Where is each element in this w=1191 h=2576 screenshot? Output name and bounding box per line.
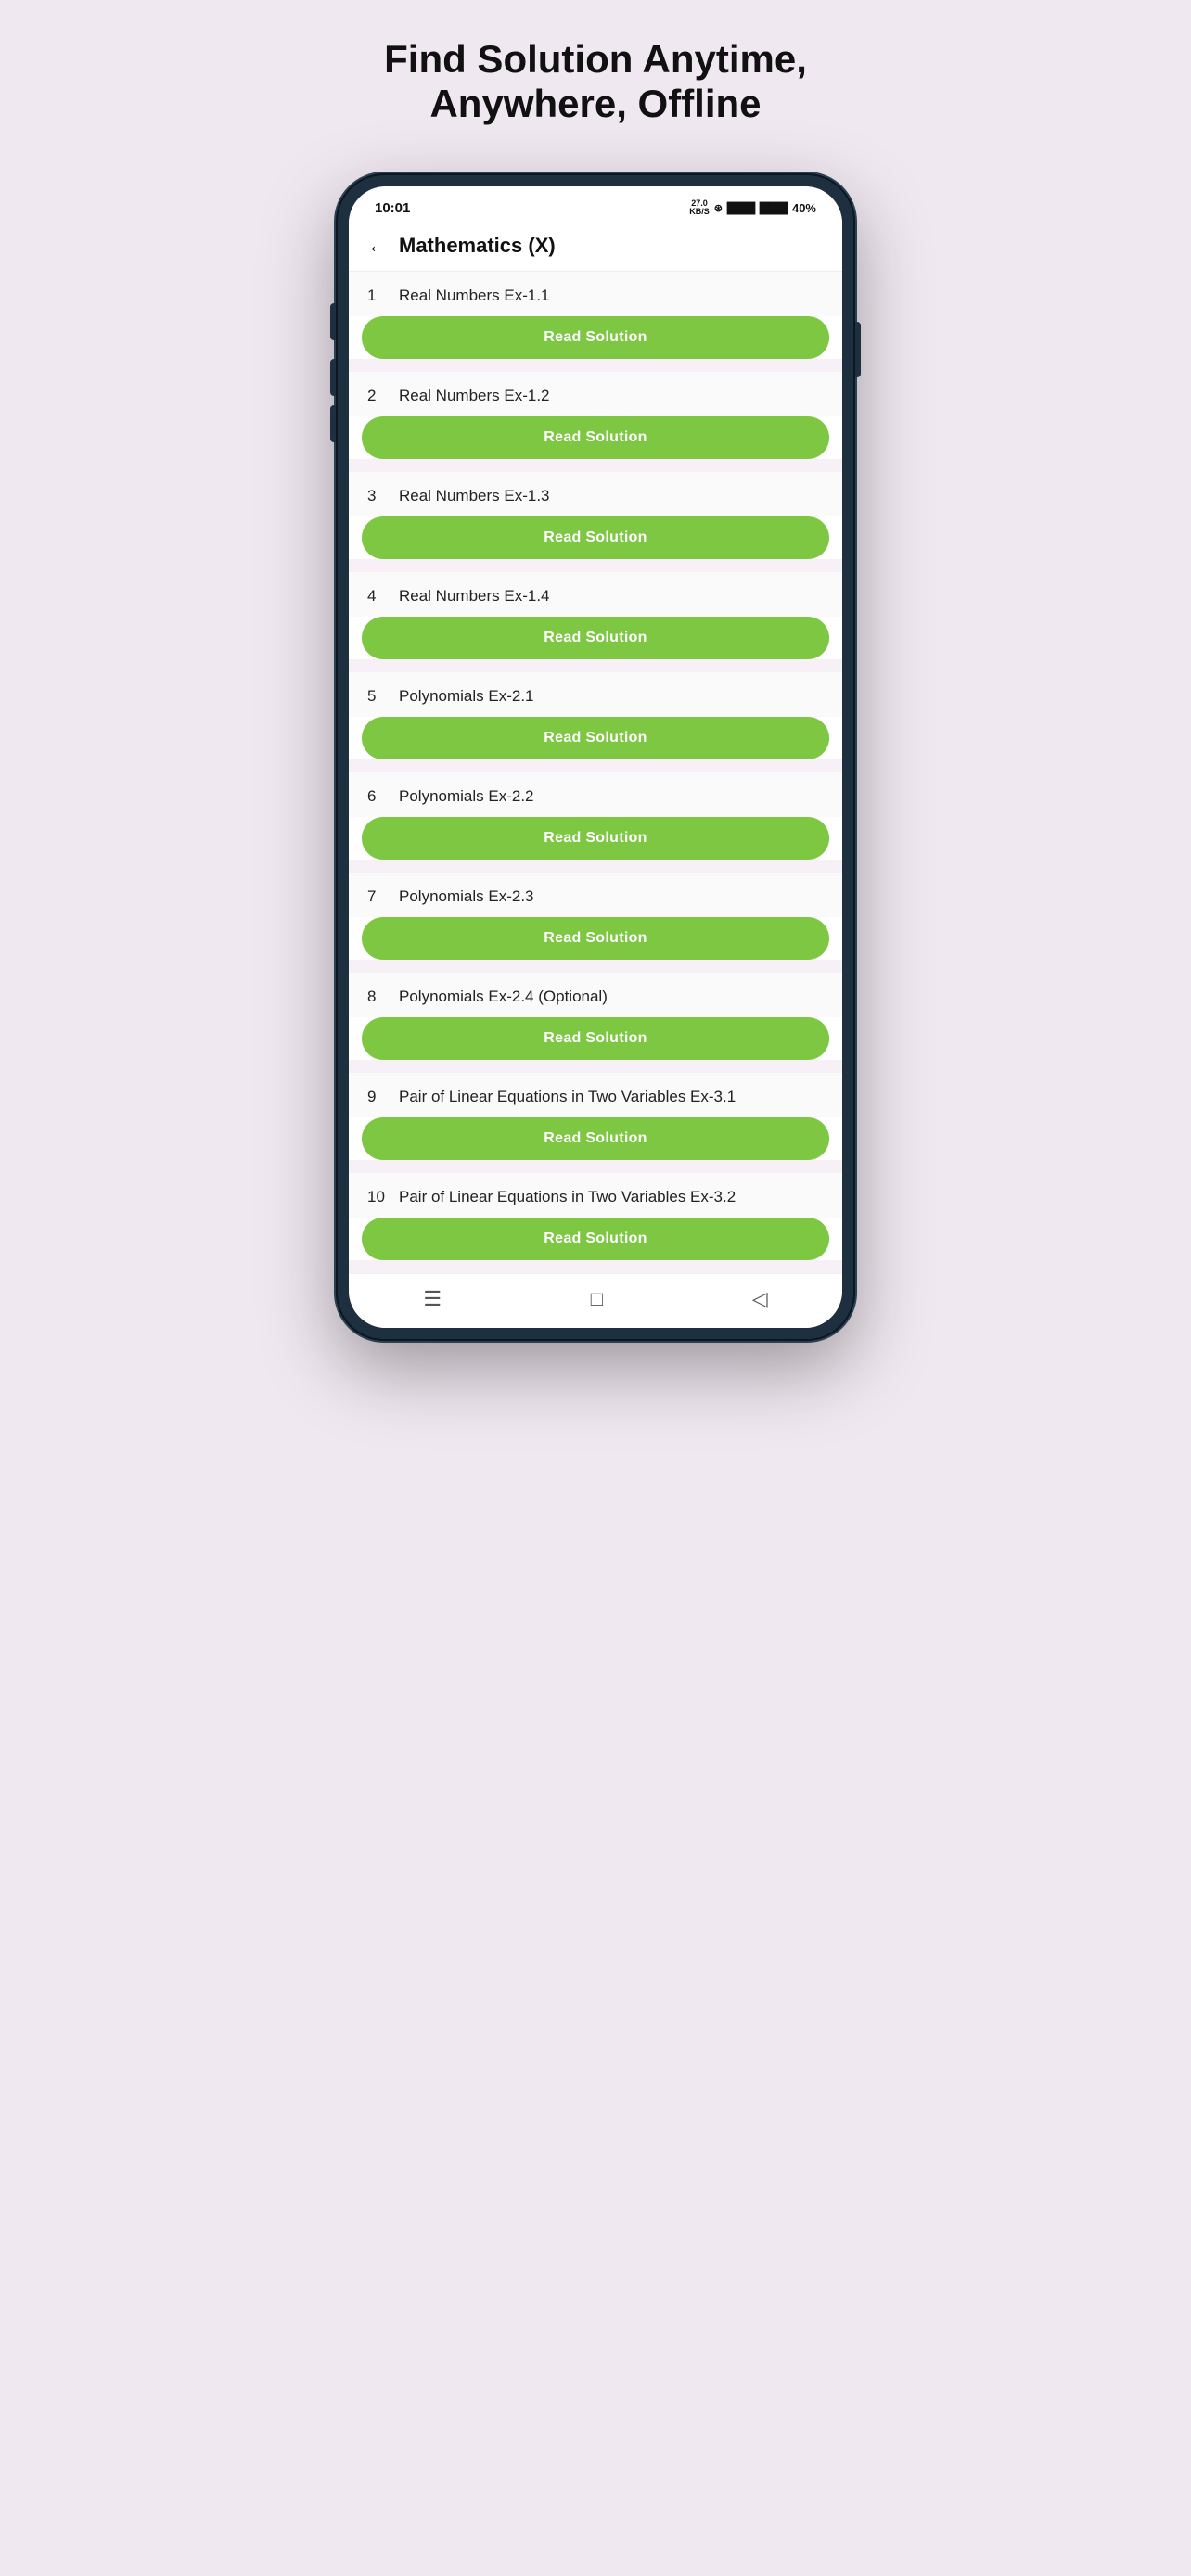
signal-icon-1: ▇▇▇	[727, 200, 755, 215]
list-item-header: 2 Real Numbers Ex-1.2	[349, 372, 842, 416]
list-item: 10 Pair of Linear Equations in Two Variab…	[349, 1173, 842, 1260]
item-label: Real Numbers Ex-1.4	[399, 587, 550, 606]
item-label: Real Numbers Ex-1.2	[399, 387, 550, 405]
item-label: Real Numbers Ex-1.3	[399, 487, 550, 505]
item-label: Polynomials Ex-2.2	[399, 787, 534, 806]
item-label: Pair of Linear Equations in Two Variable…	[399, 1188, 736, 1206]
list-container: 1 Real Numbers Ex-1.1 Read Solution 2 Real N…	[349, 272, 842, 1273]
item-label: Real Numbers Ex-1.1	[399, 287, 550, 305]
screen-title: Mathematics (X)	[399, 234, 556, 258]
list-item-header: 3 Real Numbers Ex-1.3	[349, 472, 842, 516]
read-solution-button[interactable]: Read Solution	[362, 516, 829, 559]
list-item: 4 Real Numbers Ex-1.4 Read Solution	[349, 572, 842, 659]
item-label: Polynomials Ex-2.3	[399, 887, 534, 906]
list-item-header: 1 Real Numbers Ex-1.1	[349, 272, 842, 316]
read-solution-button[interactable]: Read Solution	[362, 917, 829, 960]
item-number: 9	[367, 1088, 386, 1106]
read-solution-button[interactable]: Read Solution	[362, 416, 829, 459]
list-item: 2 Real Numbers Ex-1.2 Read Solution	[349, 372, 842, 459]
list-item: 8 Polynomials Ex-2.4 (Optional) Read Solut…	[349, 973, 842, 1060]
item-number: 4	[367, 587, 386, 606]
item-number: 7	[367, 887, 386, 906]
item-number: 10	[367, 1188, 386, 1206]
item-label: Polynomials Ex-2.4 (Optional)	[399, 988, 608, 1006]
read-solution-button[interactable]: Read Solution	[362, 817, 829, 860]
read-solution-button[interactable]: Read Solution	[362, 1017, 829, 1060]
phone-screen: 10:01 27.0 KB/S ⊛ ▇▇▇ ▇▇▇ 40% ← Mathemat…	[349, 186, 842, 1329]
battery-indicator: 40%	[792, 201, 816, 215]
bottom-nav: ☰ □ ◁	[349, 1273, 842, 1328]
signal-icon-2: ▇▇▇	[760, 200, 788, 215]
home-icon[interactable]: □	[591, 1287, 603, 1311]
read-solution-button[interactable]: Read Solution	[362, 1218, 829, 1260]
list-item-header: 7 Polynomials Ex-2.3	[349, 873, 842, 917]
title-line-2: Anywhere, Offline	[429, 82, 761, 125]
list-item-header: 8 Polynomials Ex-2.4 (Optional)	[349, 973, 842, 1017]
item-number: 8	[367, 988, 386, 1006]
list-item: 1 Real Numbers Ex-1.1 Read Solution	[349, 272, 842, 359]
list-item: 5 Polynomials Ex-2.1 Read Solution	[349, 672, 842, 759]
status-icons: 27.0 KB/S ⊛ ▇▇▇ ▇▇▇ 40%	[689, 199, 816, 218]
list-item: 9 Pair of Linear Equations in Two Variabl…	[349, 1073, 842, 1160]
item-number: 1	[367, 287, 386, 305]
list-item-header: 9 Pair of Linear Equations in Two Variabl…	[349, 1073, 842, 1117]
list-item-header: 4 Real Numbers Ex-1.4	[349, 572, 842, 617]
item-number: 2	[367, 387, 386, 405]
item-number: 6	[367, 787, 386, 806]
list-item: 3 Real Numbers Ex-1.3 Read Solution	[349, 472, 842, 559]
read-solution-button[interactable]: Read Solution	[362, 717, 829, 759]
menu-icon[interactable]: ☰	[423, 1287, 442, 1311]
status-kb: 27.0 KB/S	[689, 199, 710, 218]
title-line-1: Find Solution Anytime,	[384, 37, 807, 81]
list-item-header: 6 Polynomials Ex-2.2	[349, 772, 842, 817]
status-bar: 10:01 27.0 KB/S ⊛ ▇▇▇ ▇▇▇ 40%	[349, 186, 842, 225]
read-solution-button[interactable]: Read Solution	[362, 316, 829, 359]
read-solution-button[interactable]: Read Solution	[362, 1117, 829, 1160]
list-item-header: 5 Polynomials Ex-2.1	[349, 672, 842, 717]
wifi-icon: ⊛	[714, 202, 723, 214]
read-solution-button[interactable]: Read Solution	[362, 617, 829, 659]
top-bar: ← Mathematics (X)	[349, 224, 842, 272]
page-title: Find Solution Anytime, Anywhere, Offline	[384, 37, 807, 127]
item-number: 5	[367, 687, 386, 706]
back-nav-icon[interactable]: ◁	[752, 1287, 768, 1311]
list-item: 7 Polynomials Ex-2.3 Read Solution	[349, 873, 842, 960]
item-label: Polynomials Ex-2.1	[399, 687, 534, 706]
status-time: 10:01	[375, 200, 410, 216]
phone-shell: 10:01 27.0 KB/S ⊛ ▇▇▇ ▇▇▇ 40% ← Mathemat…	[336, 173, 855, 1342]
list-item: 6 Polynomials Ex-2.2 Read Solution	[349, 772, 842, 860]
item-label: Pair of Linear Equations in Two Variable…	[399, 1088, 736, 1106]
list-item-header: 10 Pair of Linear Equations in Two Variab…	[349, 1173, 842, 1218]
back-button[interactable]: ←	[367, 234, 388, 258]
item-number: 3	[367, 487, 386, 505]
